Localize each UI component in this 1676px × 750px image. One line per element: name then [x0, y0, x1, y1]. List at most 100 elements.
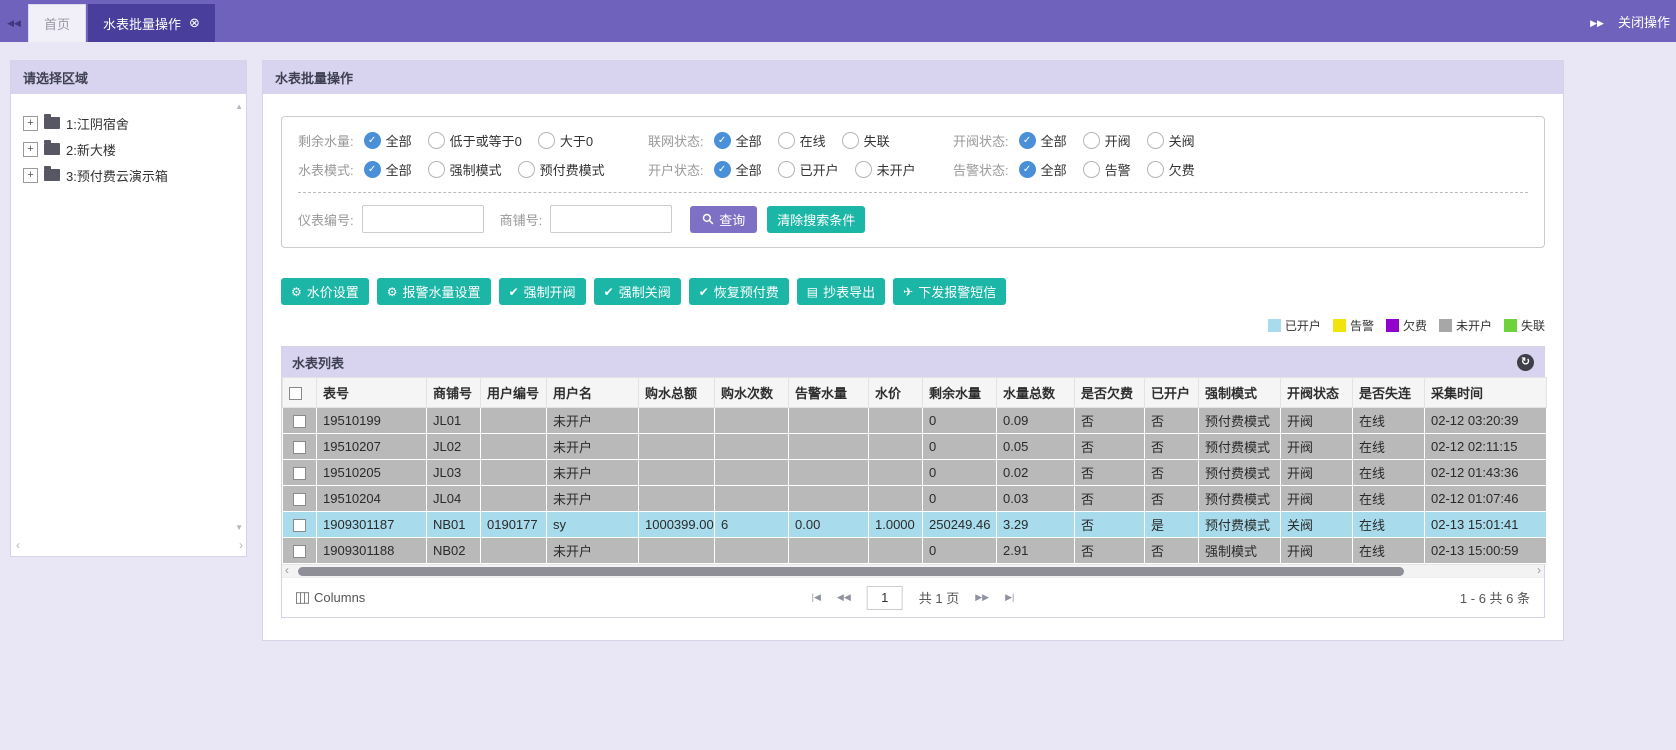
radio-unchecked-icon[interactable]	[538, 132, 555, 149]
legend-item: 未开户	[1439, 317, 1492, 334]
tab-water-meter-batch[interactable]: 水表批量操作	[88, 4, 215, 42]
row-checkbox[interactable]	[293, 467, 306, 480]
scrollbar-up-icon[interactable]	[235, 103, 243, 111]
table-cell: 关阀	[1281, 512, 1353, 538]
tab-home-label: 首页	[44, 14, 70, 33]
radio-option[interactable]: ✓全部	[1019, 160, 1067, 179]
close-tab-icon[interactable]	[189, 15, 200, 31]
radio-option[interactable]: ✓全部	[714, 131, 762, 150]
row-checkbox[interactable]	[293, 493, 306, 506]
row-checkbox[interactable]	[293, 415, 306, 428]
table-row[interactable]: 1909301188NB02未开户02.91否否强制模式开阀在线02-13 15…	[283, 538, 1547, 564]
tree-item[interactable]: +2:新大楼	[23, 136, 236, 162]
radio-option[interactable]: 关阀	[1147, 131, 1195, 150]
radio-option[interactable]: 失联	[842, 131, 890, 150]
double-right-arrow-icon[interactable]	[1590, 14, 1604, 29]
radio-option[interactable]: 低于或等于0	[428, 131, 522, 150]
action-button[interactable]: ⚙水价设置	[281, 278, 369, 305]
radio-checked-icon[interactable]: ✓	[714, 132, 731, 149]
prev-page-button[interactable]	[837, 592, 851, 603]
radio-option-label: 全部	[386, 131, 412, 150]
table-cell	[639, 486, 715, 512]
action-button[interactable]: ⚙报警水量设置	[377, 278, 491, 305]
radio-option[interactable]: ✓ 全部	[1019, 131, 1067, 150]
table-cell	[869, 434, 923, 460]
next-page-button[interactable]	[975, 592, 989, 603]
radio-checked-icon[interactable]: ✓	[364, 132, 381, 149]
radio-option[interactable]: 告警	[1083, 160, 1131, 179]
radio-unchecked-icon[interactable]	[855, 161, 872, 178]
scroll-tabs-left-button[interactable]	[0, 0, 28, 42]
shop-no-input[interactable]	[550, 205, 672, 233]
radio-option[interactable]: 未开户	[855, 160, 916, 179]
action-button[interactable]: ✈下发报警短信	[893, 278, 1006, 305]
expand-icon[interactable]: +	[23, 142, 38, 157]
scroll-right-icon[interactable]	[1537, 564, 1541, 577]
page-number-input[interactable]	[867, 586, 903, 610]
radio-checked-icon[interactable]: ✓	[1019, 132, 1036, 149]
radio-option[interactable]: ✓ 全部	[364, 131, 412, 150]
radio-checked-icon[interactable]: ✓	[1019, 161, 1036, 178]
radio-checked-icon[interactable]: ✓	[714, 161, 731, 178]
row-checkbox[interactable]	[293, 441, 306, 454]
columns-button[interactable]: Columns	[296, 590, 365, 605]
column-header: 表号	[317, 378, 427, 408]
radio-unchecked-icon[interactable]	[1083, 161, 1100, 178]
radio-option[interactable]: ✓全部	[714, 160, 762, 179]
expand-icon[interactable]: +	[23, 116, 38, 131]
radio-checked-icon[interactable]: ✓	[364, 161, 381, 178]
scroll-left-icon[interactable]	[285, 564, 289, 577]
tree-item[interactable]: +3:预付费云演示箱	[23, 162, 236, 188]
radio-option[interactable]: 在线	[778, 131, 826, 150]
scrollbar-thumb[interactable]	[298, 567, 1404, 576]
table-cell: 在线	[1353, 538, 1425, 564]
first-page-button[interactable]	[812, 592, 821, 603]
table-row[interactable]: 1909301187NB010190177sy1000399.0060.001.…	[283, 512, 1547, 538]
action-button[interactable]: ✔强制开阀	[499, 278, 586, 305]
action-button[interactable]: ✔强制关阀	[594, 278, 681, 305]
action-button[interactable]: ▤抄表导出	[797, 278, 885, 305]
close-operations-button[interactable]: 关闭操作	[1618, 12, 1670, 31]
row-checkbox[interactable]	[293, 519, 306, 532]
tab-home[interactable]: 首页	[28, 4, 86, 42]
radio-unchecked-icon[interactable]	[518, 161, 535, 178]
radio-unchecked-icon[interactable]	[1147, 132, 1164, 149]
select-all-checkbox[interactable]	[289, 387, 302, 400]
radio-unchecked-icon[interactable]	[428, 161, 445, 178]
refresh-icon[interactable]	[1517, 354, 1534, 371]
clear-search-button[interactable]: 清除搜索条件	[767, 206, 865, 233]
radio-unchecked-icon[interactable]	[778, 161, 795, 178]
scrollbar-down-icon[interactable]	[235, 524, 243, 532]
filter-group: 开户状态:✓全部已开户未开户	[648, 160, 953, 179]
radio-unchecked-icon[interactable]	[842, 132, 859, 149]
radio-unchecked-icon[interactable]	[428, 132, 445, 149]
table-row[interactable]: 19510205JL03未开户00.02否否预付费模式开阀在线02-12 01:…	[283, 460, 1547, 486]
table-row[interactable]: 19510207JL02未开户00.05否否预付费模式开阀在线02-12 02:…	[283, 434, 1547, 460]
radio-option[interactable]: 已开户	[778, 160, 839, 179]
table-row[interactable]: 19510204JL04未开户00.03否否预付费模式开阀在线02-12 01:…	[283, 486, 1547, 512]
table-row[interactable]: 19510199JL01未开户00.09否否预付费模式开阀在线02-12 03:…	[283, 408, 1547, 434]
radio-option[interactable]: ✓全部	[364, 160, 412, 179]
radio-unchecked-icon[interactable]	[1083, 132, 1100, 149]
table-cell: 1.0000	[869, 512, 923, 538]
tab-bar: 首页 水表批量操作 关闭操作	[0, 0, 1676, 42]
radio-option[interactable]: 大于0	[538, 131, 593, 150]
scrollbar-left-icon[interactable]	[16, 539, 20, 551]
scrollbar-right-icon[interactable]	[239, 539, 243, 551]
last-page-button[interactable]	[1005, 592, 1014, 603]
row-checkbox[interactable]	[293, 545, 306, 558]
radio-unchecked-icon[interactable]	[1147, 161, 1164, 178]
checkbox-cell	[283, 486, 317, 512]
table-cell: 2.91	[997, 538, 1075, 564]
expand-icon[interactable]: +	[23, 168, 38, 183]
radio-option[interactable]: 开阀	[1083, 131, 1131, 150]
radio-option[interactable]: 强制模式	[428, 160, 502, 179]
radio-option-label: 全部	[1041, 131, 1067, 150]
meter-no-input[interactable]	[362, 205, 484, 233]
query-button[interactable]: 查询	[690, 206, 757, 233]
tree-item[interactable]: +1:江阴宿舍	[23, 110, 236, 136]
radio-option[interactable]: 欠费	[1147, 160, 1195, 179]
radio-option[interactable]: 预付费模式	[518, 160, 605, 179]
radio-unchecked-icon[interactable]	[778, 132, 795, 149]
action-button[interactable]: ✔恢复预付费	[689, 278, 789, 305]
